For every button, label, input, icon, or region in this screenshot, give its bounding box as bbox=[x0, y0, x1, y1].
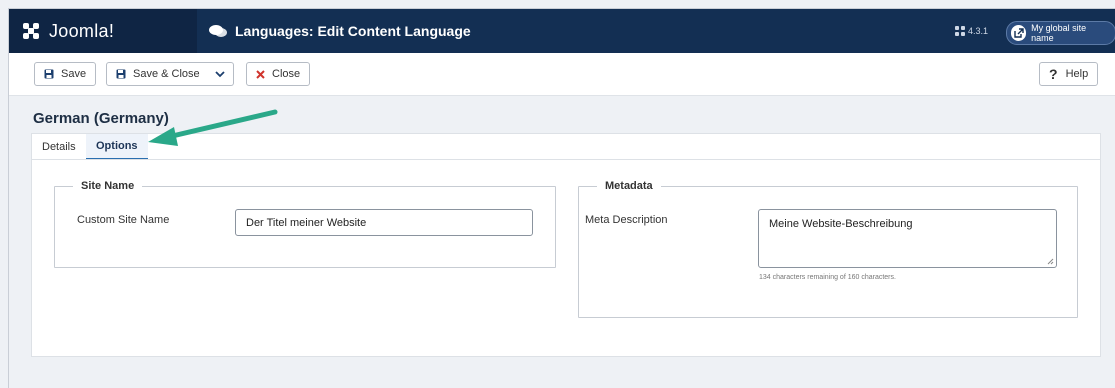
chevron-down-icon bbox=[214, 71, 225, 78]
site-name-fieldset: Site Name Custom Site Name Der Titel mei… bbox=[54, 180, 556, 268]
site-name-text: My global site name bbox=[1031, 23, 1087, 43]
meta-description-textarea[interactable]: Meine Website-Beschreibung bbox=[758, 209, 1057, 268]
meta-description-text: Meine Website-Beschreibung bbox=[769, 218, 913, 230]
page-title: Languages: Edit Content Language bbox=[209, 9, 471, 53]
close-icon bbox=[256, 69, 265, 79]
site-name-button[interactable]: My global site name bbox=[1006, 21, 1115, 45]
close-label: Close bbox=[272, 68, 301, 80]
save-button[interactable]: Save bbox=[34, 62, 97, 86]
version-text: 4.3.1 bbox=[968, 26, 989, 36]
tab-options[interactable]: Options bbox=[86, 134, 148, 160]
char-counter: 134 characters remaining of 160 characte… bbox=[759, 274, 896, 281]
floppy-disk-icon bbox=[116, 69, 126, 79]
save-label: Save bbox=[61, 68, 87, 80]
help-button[interactable]: ? Help bbox=[1039, 62, 1099, 86]
floppy-disk-icon bbox=[44, 69, 54, 79]
external-link-icon bbox=[1011, 25, 1027, 41]
tab-bar: Details Options bbox=[31, 133, 1101, 160]
resize-handle-icon[interactable] bbox=[1047, 258, 1054, 265]
close-button[interactable]: Close bbox=[246, 62, 311, 86]
toolbar: Save Save & Close Close ? Help bbox=[9, 53, 1115, 96]
custom-site-name-label: Custom Site Name bbox=[77, 214, 170, 226]
options-panel: Site Name Custom Site Name Der Titel mei… bbox=[31, 159, 1101, 357]
logo-text: Joomla! bbox=[49, 20, 115, 41]
save-close-label: Save & Close bbox=[133, 68, 200, 80]
site-name-legend: Site Name bbox=[81, 180, 135, 192]
brand[interactable]: Joomla! bbox=[9, 9, 197, 53]
custom-site-name-input[interactable]: Der Titel meiner Website bbox=[235, 209, 533, 236]
metadata-legend: Metadata bbox=[605, 180, 653, 192]
version-label: 4.3.1 bbox=[955, 9, 988, 53]
question-icon: ? bbox=[1049, 66, 1058, 82]
app-frame: Joomla! Languages: Edit Content Language… bbox=[8, 8, 1115, 388]
help-label: Help bbox=[1065, 68, 1089, 80]
item-title: German (Germany) bbox=[33, 110, 169, 127]
joomla-small-icon bbox=[955, 26, 965, 36]
joomla-logo-icon bbox=[23, 23, 39, 39]
save-options-dropdown[interactable] bbox=[206, 62, 234, 86]
metadata-fieldset: Metadata Meta Description Meine Website-… bbox=[578, 180, 1078, 318]
meta-description-label: Meta Description bbox=[585, 214, 668, 226]
tab-details[interactable]: Details bbox=[32, 134, 86, 159]
comments-icon bbox=[209, 25, 227, 37]
top-header: Joomla! Languages: Edit Content Language… bbox=[9, 9, 1115, 53]
page-title-text: Languages: Edit Content Language bbox=[235, 23, 471, 39]
save-close-button[interactable]: Save & Close bbox=[106, 62, 210, 86]
